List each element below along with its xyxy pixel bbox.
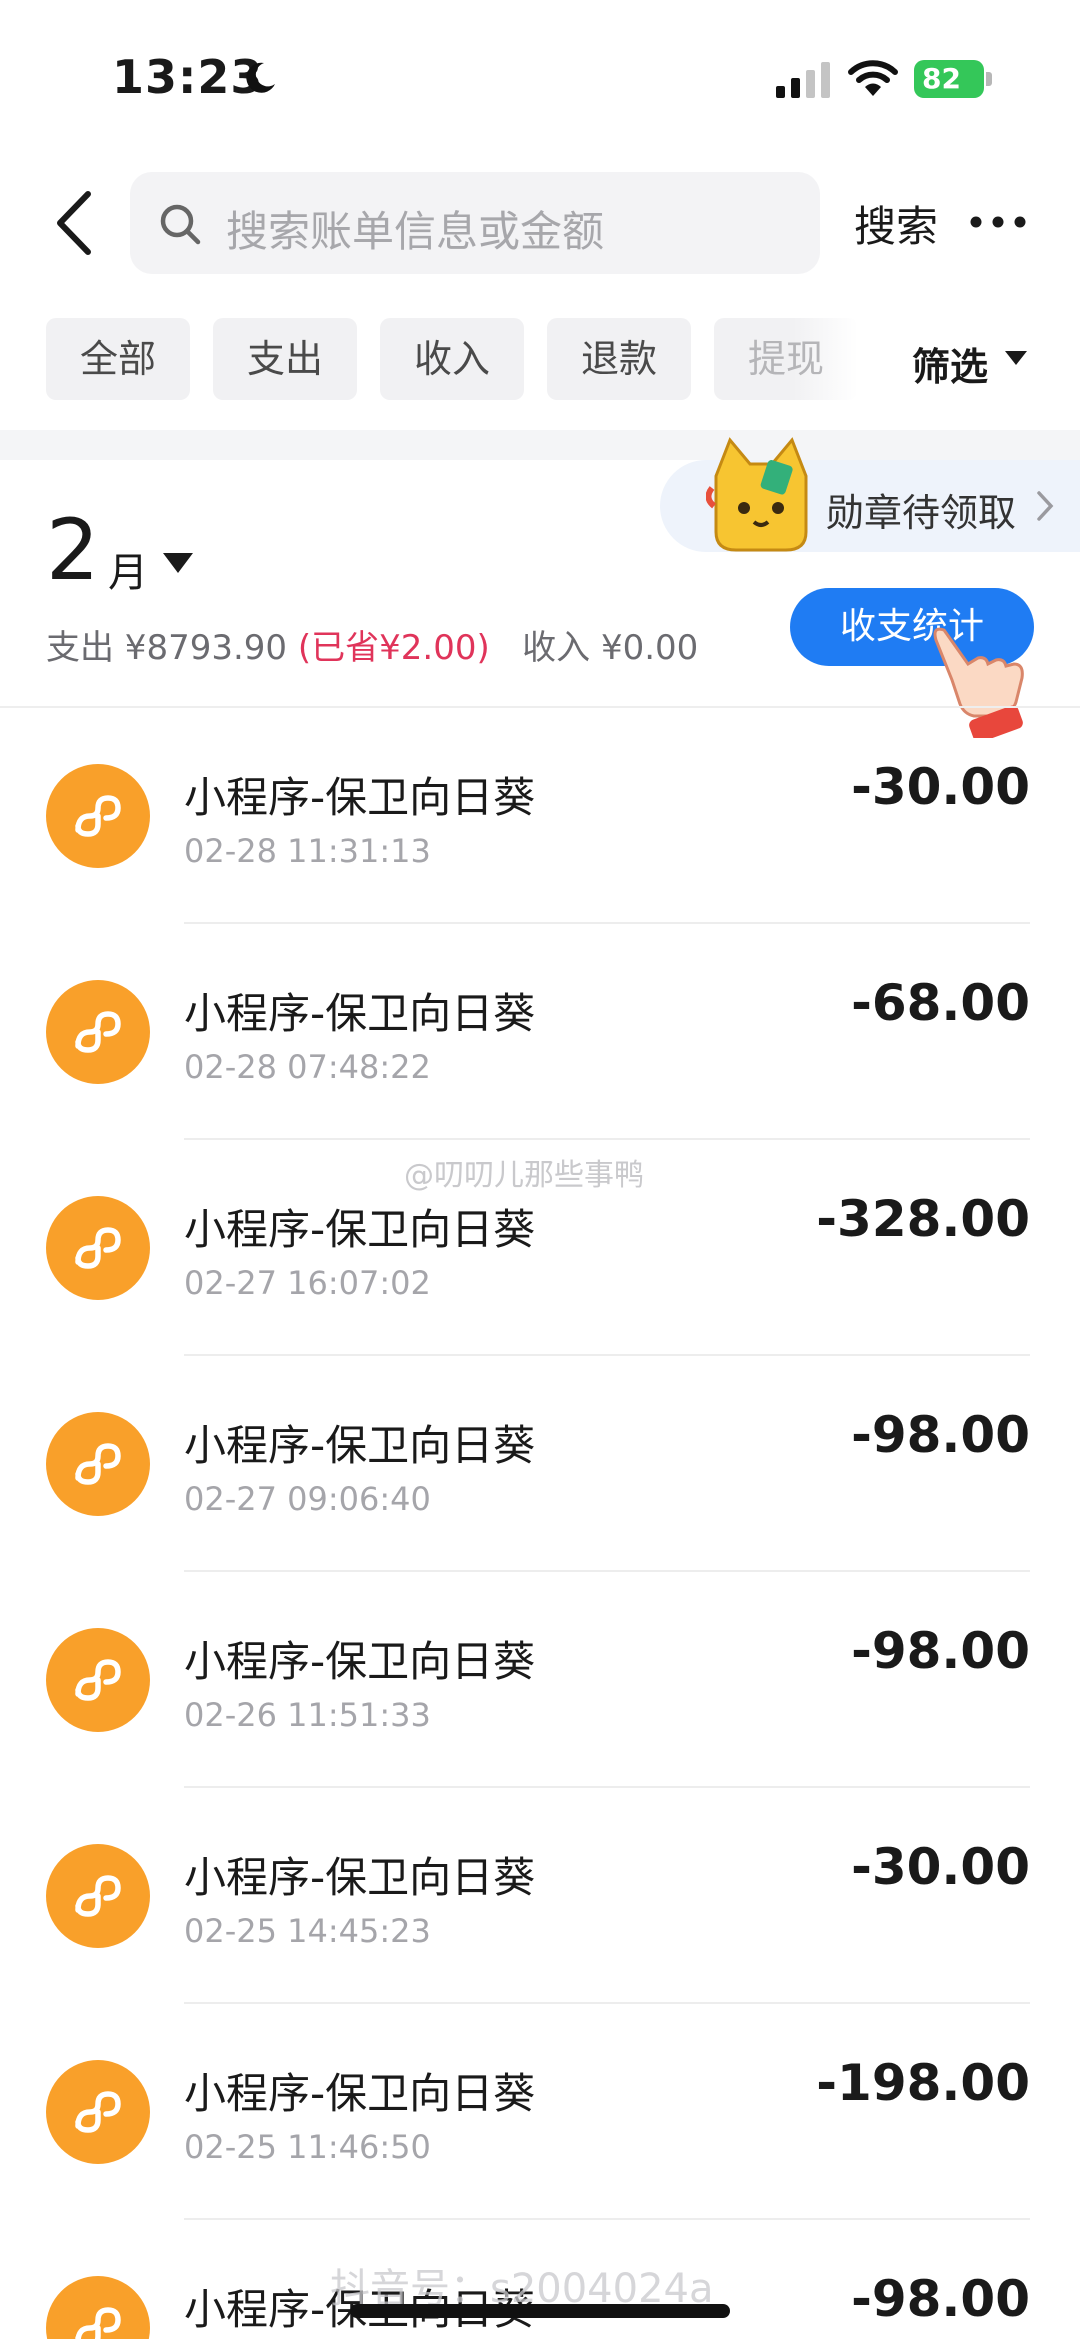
transaction-time: 02-25 14:45:23 xyxy=(184,1912,431,1950)
battery-indicator: 82 xyxy=(914,60,984,98)
transaction-amount: -30.00 xyxy=(851,758,1030,816)
home-indicator xyxy=(350,2304,730,2318)
tab-all[interactable]: 全部 xyxy=(46,318,190,400)
saved-amount: (已省¥2.00) xyxy=(297,628,490,668)
transaction-time: 02-25 11:46:50 xyxy=(184,2128,431,2166)
month-unit[interactable]: 月 xyxy=(108,540,148,598)
miniprogram-icon xyxy=(46,764,150,868)
tab-income[interactable]: 收入 xyxy=(380,318,524,400)
transaction-amount: -198.00 xyxy=(816,2054,1030,2112)
transaction-time: 02-28 11:31:13 xyxy=(184,832,431,870)
transaction-amount: -328.00 xyxy=(816,1190,1030,1248)
transaction-title: 小程序-保卫向日葵 xyxy=(184,989,536,1038)
transaction-time: 02-26 11:51:33 xyxy=(184,1696,431,1734)
month-totals: 支出 ¥8793.90 (已省¥2.00) 收入 ¥0.00 xyxy=(46,620,698,669)
search-button[interactable]: 搜索 xyxy=(854,193,938,254)
miniprogram-icon xyxy=(46,2276,150,2339)
miniprogram-icon xyxy=(46,1844,150,1948)
caret-down-icon[interactable] xyxy=(1004,350,1028,366)
miniprogram-icon xyxy=(46,2060,150,2164)
transaction-time: 02-27 09:06:40 xyxy=(184,1480,431,1518)
transaction-row[interactable]: 小程序-保卫向日葵 02-28 11:31:13 -30.00 xyxy=(0,708,1080,924)
wifi-icon xyxy=(848,60,898,96)
cellular-signal-icon xyxy=(776,62,830,98)
search-placeholder: 搜索账单信息或金额 xyxy=(226,207,605,256)
income-total: 收入 ¥0.00 xyxy=(522,628,699,668)
moon-icon xyxy=(246,62,275,93)
transaction-amount: -30.00 xyxy=(851,1838,1030,1896)
month-caret-down-icon[interactable] xyxy=(162,552,194,574)
cat-mascot-icon[interactable] xyxy=(706,436,816,554)
transaction-title: 小程序-保卫向日葵 xyxy=(184,1421,536,1470)
search-icon xyxy=(160,204,201,245)
filter-button[interactable]: 筛选 xyxy=(912,336,988,391)
miniprogram-icon xyxy=(46,1628,150,1732)
chevron-right-icon[interactable] xyxy=(1036,490,1054,522)
transaction-amount: -98.00 xyxy=(851,1406,1030,1464)
transaction-row[interactable]: 小程序-保卫向日葵 02-25 11:46:50 -198.00 xyxy=(0,2004,1080,2220)
tab-refund[interactable]: 退款 xyxy=(547,318,691,400)
transaction-row[interactable]: 小程序-保卫向日葵 02-26 11:51:33 -98.00 xyxy=(0,1572,1080,1788)
transaction-amount: -68.00 xyxy=(851,974,1030,1032)
transaction-title: 小程序-保卫向日葵 xyxy=(184,773,536,822)
search-input[interactable]: 搜索账单信息或金额 xyxy=(130,172,820,274)
transaction-row[interactable]: 小程序-保卫向日葵 02-27 09:06:40 -98.00 xyxy=(0,1356,1080,1572)
tab-withdraw[interactable]: 提现 xyxy=(714,318,858,400)
battery-tip xyxy=(986,72,992,86)
transaction-title: 小程序-保卫向日葵 xyxy=(184,1205,536,1254)
miniprogram-icon xyxy=(46,1412,150,1516)
transaction-time: 02-27 16:07:02 xyxy=(184,1264,431,1302)
weibo-watermark: @叨叨儿那些事鸭 xyxy=(404,1158,644,1193)
tab-expense[interactable]: 支出 xyxy=(213,318,357,400)
more-options-icon[interactable] xyxy=(968,210,1028,234)
transaction-title: 小程序-保卫向日葵 xyxy=(184,1853,536,1902)
expense-total: 支出 ¥8793.90 xyxy=(46,628,288,668)
month-number[interactable]: 2 xyxy=(46,508,99,592)
miniprogram-icon xyxy=(46,980,150,1084)
transaction-amount: -98.00 xyxy=(851,2270,1030,2328)
transaction-title: 小程序-保卫向日葵 xyxy=(184,2069,536,2118)
transaction-time: 02-28 07:48:22 xyxy=(184,1048,431,1086)
back-button[interactable] xyxy=(52,190,100,256)
miniprogram-icon xyxy=(46,1196,150,1300)
status-bar: 13:23 82 xyxy=(0,0,1080,150)
badge-banner-text[interactable]: 勋章待领取 xyxy=(826,482,1016,537)
section-divider xyxy=(0,430,1080,460)
transaction-list: 小程序-保卫向日葵 02-28 11:31:13 -30.00 小程序-保卫向日… xyxy=(0,708,1080,2339)
transaction-row[interactable]: 小程序-保卫向日葵 02-25 14:45:23 -30.00 xyxy=(0,1788,1080,2004)
transaction-row[interactable]: 小程序-保卫向日葵 02-28 07:48:22 -68.00 xyxy=(0,924,1080,1140)
transaction-title: 小程序-保卫向日葵 xyxy=(184,1637,536,1686)
status-time: 13:23 xyxy=(112,50,264,104)
transaction-amount: -98.00 xyxy=(851,1622,1030,1680)
